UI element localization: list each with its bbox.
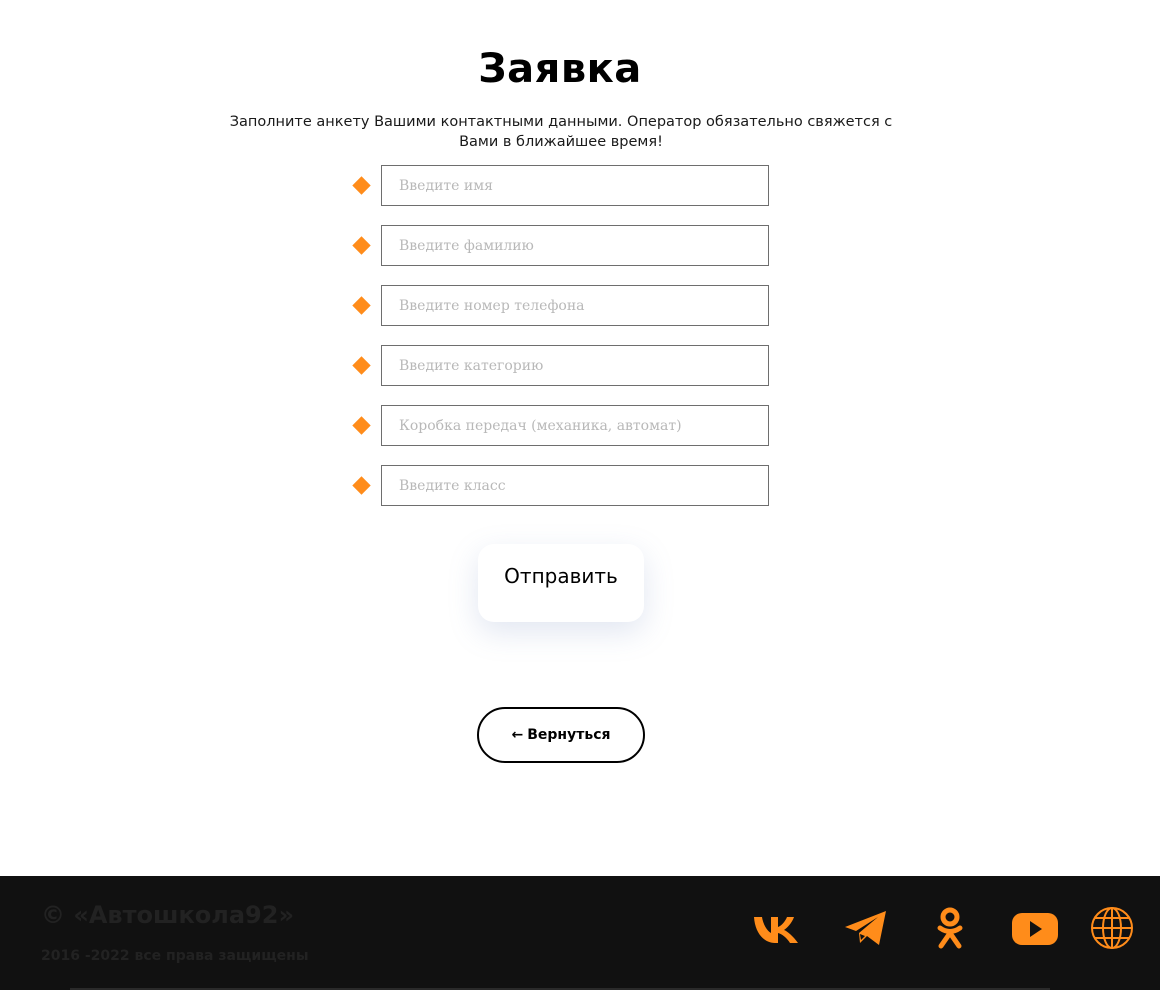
form-row-first-name bbox=[352, 165, 772, 206]
form-row-last-name bbox=[352, 225, 772, 266]
form-row-gearbox bbox=[352, 405, 772, 446]
diamond-icon bbox=[352, 356, 371, 375]
last-name-input[interactable] bbox=[381, 225, 769, 266]
page-subtitle: Заполните анкету Вашими контактными данн… bbox=[229, 114, 893, 150]
diamond-icon bbox=[352, 236, 371, 255]
category-input[interactable] bbox=[381, 345, 769, 386]
class-input[interactable] bbox=[381, 465, 769, 506]
phone-input[interactable] bbox=[381, 285, 769, 326]
page-title: Заявка bbox=[478, 46, 642, 92]
footer-rights: 2016 -2022 все права защищены bbox=[41, 948, 309, 964]
form-row-phone bbox=[352, 285, 772, 326]
footer: © «Автошкола92» 2016 -2022 все права защ… bbox=[0, 876, 1160, 990]
odnoklassniki-icon[interactable] bbox=[926, 906, 974, 950]
form-row-category bbox=[352, 345, 772, 386]
arrow-left-icon: ← bbox=[511, 727, 524, 743]
youtube-icon[interactable] bbox=[1010, 906, 1058, 950]
globe-icon[interactable] bbox=[1089, 906, 1137, 950]
telegram-icon[interactable] bbox=[842, 906, 890, 950]
diamond-icon bbox=[352, 416, 371, 435]
submit-button[interactable]: Отправить bbox=[478, 544, 644, 622]
application-page: Заявка Заполните анкету Вашими контактны… bbox=[0, 0, 1160, 990]
first-name-input[interactable] bbox=[381, 165, 769, 206]
footer-copyright: © «Автошкола92» bbox=[41, 901, 294, 929]
diamond-icon bbox=[352, 176, 371, 195]
application-form bbox=[352, 165, 772, 525]
form-row-class bbox=[352, 465, 772, 506]
gearbox-input[interactable] bbox=[381, 405, 769, 446]
back-button-label: Вернуться bbox=[527, 727, 611, 743]
diamond-icon bbox=[352, 296, 371, 315]
back-button[interactable]: ← Вернуться bbox=[477, 707, 645, 763]
diamond-icon bbox=[352, 476, 371, 495]
vk-icon[interactable] bbox=[752, 906, 800, 950]
